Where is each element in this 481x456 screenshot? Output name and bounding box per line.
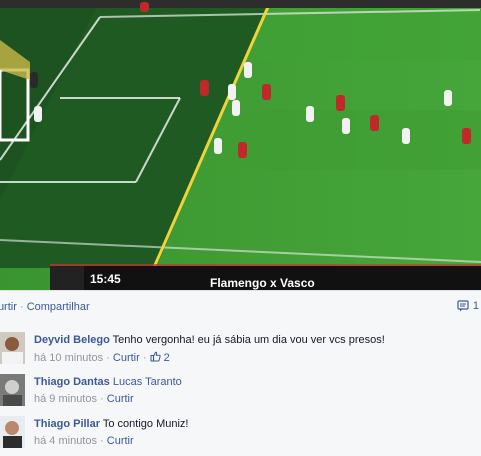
comment-timestamp[interactable]: há 10 minutos	[34, 352, 103, 364]
comment-item: Thiago Pillar To contigo Muniz! há 4 min…	[0, 414, 481, 454]
football-match-image	[0, 0, 481, 290]
match-caption: Flamengo x Vasco	[210, 276, 315, 290]
like-post-link[interactable]: Curtir	[0, 301, 17, 313]
share-post-link[interactable]: Compartilhar	[27, 301, 90, 313]
tagged-user[interactable]: Lucas Taranto	[113, 376, 182, 388]
separator: ·	[100, 435, 104, 447]
comment-timestamp[interactable]: há 4 minutos	[34, 435, 97, 447]
post-photo[interactable]: 15:45 Flamengo x Vasco	[0, 0, 481, 290]
separator: ·	[106, 352, 110, 364]
comment-like-count: 2	[163, 352, 170, 364]
comments-list: Deyvid Belego Tenho vergonha! eu já sábi…	[0, 322, 481, 456]
profile-photo	[0, 332, 25, 364]
thumbs-up-icon	[150, 351, 161, 362]
avatar[interactable]	[0, 416, 25, 448]
comment-author[interactable]: Deyvid Belego	[34, 334, 110, 346]
post-actions-bar: Curtir · Compartilhar 1	[0, 290, 481, 322]
comment-timestamp[interactable]: há 9 minutos	[34, 393, 97, 405]
separator: ·	[19, 301, 24, 313]
separator: ·	[100, 393, 104, 405]
scoreboard-time: 15:45	[90, 272, 121, 286]
comment-item: Thiago Dantas Lucas Taranto há 9 minutos…	[0, 372, 481, 412]
like-comment-link[interactable]: Curtir	[113, 352, 140, 364]
comment-icon	[457, 300, 469, 312]
avatar[interactable]	[0, 332, 25, 364]
avatar[interactable]	[0, 374, 25, 406]
comment-text: Tenho vergonha! eu já sábia um dia vou v…	[112, 334, 385, 346]
separator: ·	[142, 352, 147, 364]
comment-text: To contigo Muniz!	[102, 418, 189, 430]
like-comment-link[interactable]: Curtir	[107, 435, 134, 447]
like-comment-link[interactable]: Curtir	[107, 393, 134, 405]
profile-photo	[0, 416, 25, 448]
comment-count-number: 1	[472, 300, 479, 312]
comment-author[interactable]: Thiago Pillar	[34, 418, 100, 430]
profile-photo	[0, 374, 25, 406]
comment-count[interactable]: 1	[457, 300, 479, 312]
comment-item: Deyvid Belego Tenho vergonha! eu já sábi…	[0, 332, 481, 372]
comment-author[interactable]: Thiago Dantas	[34, 376, 110, 388]
comment-likes[interactable]: 2	[150, 351, 170, 364]
